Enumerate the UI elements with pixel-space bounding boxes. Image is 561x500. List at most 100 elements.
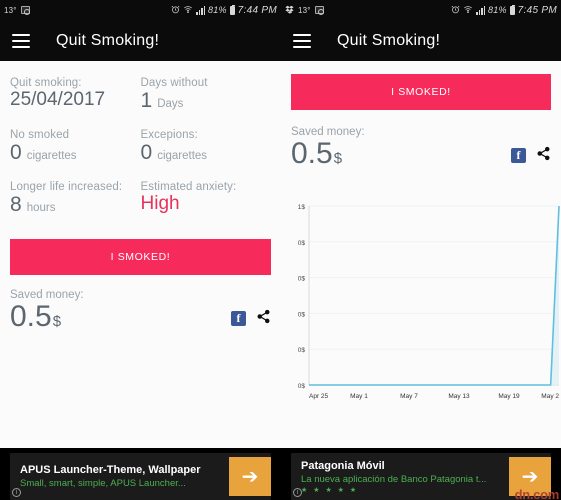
i-smoked-button[interactable]: I SMOKED!	[10, 239, 271, 275]
svg-text:0$: 0$	[298, 275, 306, 282]
share-icon[interactable]	[536, 146, 551, 166]
ad-title: Patagonia Móvil	[301, 459, 385, 472]
stat-value: 8 hours	[10, 193, 141, 217]
i-smoked-button[interactable]: I SMOKED!	[291, 74, 551, 110]
battery-percent-label: 81%	[488, 5, 507, 15]
stat-number: 1	[140, 89, 153, 112]
left-status-bar: 13° 81% 7:44 PM	[0, 0, 281, 20]
stat-value: 25/04/2017	[10, 89, 141, 111]
stat-longer-life: Longer life increased: 8 hours	[10, 165, 141, 217]
stat-number: 0	[140, 141, 153, 164]
right-app-bar: Quit Smoking!	[281, 20, 561, 61]
alarm-icon	[451, 5, 460, 16]
stat-number: 8	[10, 193, 22, 216]
svg-text:May 13: May 13	[448, 393, 470, 400]
svg-text:0$: 0$	[298, 347, 306, 354]
saved-money-value: 0.5	[291, 137, 333, 170]
temperature-label: 13°	[4, 5, 17, 15]
app-title: Quit Smoking!	[337, 31, 441, 49]
stat-value: 1 Days	[141, 89, 272, 113]
svg-text:Apr 25: Apr 25	[309, 393, 329, 400]
svg-text:May 2: May 2	[541, 393, 559, 400]
saved-money-row: 0.5 $ f	[291, 138, 551, 170]
stat-value: 0 cigarettes	[10, 141, 141, 165]
battery-icon	[509, 4, 515, 15]
hamburger-menu-icon[interactable]	[293, 33, 311, 48]
info-icon[interactable]: i	[12, 488, 21, 497]
ad-content[interactable]: i Patagonia Móvil La nueva aplicación de…	[291, 453, 551, 500]
signal-icon	[196, 5, 206, 15]
left-app-bar: Quit Smoking!	[0, 20, 281, 61]
facebook-icon[interactable]: f	[511, 148, 526, 163]
stat-exceptions: Excepions: 0 cigarettes	[141, 113, 272, 165]
stat-row-1: Quit smoking: 25/04/2017 Days without 1 …	[10, 61, 271, 113]
stat-estimated-anxiety: Estimated anxiety: High	[141, 165, 272, 217]
svg-text:May 7: May 7	[400, 393, 418, 400]
stat-row-2: No smoked 0 cigarettes Excepions: 0 ciga…	[10, 113, 271, 165]
signal-icon	[476, 5, 486, 15]
stat-label: Excepions:	[140, 129, 198, 141]
left-content: Quit smoking: 25/04/2017 Days without 1 …	[0, 61, 281, 500]
stat-row-3: Longer life increased: 8 hours Estimated…	[10, 165, 271, 217]
arrow-right-icon: ➔	[241, 465, 259, 488]
right-status-bar: 13° 81% 7:45 PM	[281, 0, 561, 20]
svg-text:0$: 0$	[298, 311, 306, 318]
hamburger-menu-icon[interactable]	[12, 33, 30, 48]
ad-subtitle: La nueva aplicación de Banco Patagonia t…	[301, 473, 487, 485]
stat-label: Days without	[140, 77, 208, 89]
app-title: Quit Smoking!	[56, 31, 160, 49]
ad-subtitle: Small, smart, simple, APUS Launcher...	[20, 478, 186, 489]
svg-text:1$: 1$	[298, 204, 306, 211]
saved-money-currency: $	[52, 312, 62, 330]
alarm-icon	[171, 5, 180, 16]
share-icon[interactable]	[256, 309, 271, 329]
left-phone-screen: 13° 81% 7:44 PM Quit Smoking! Quit smoki…	[0, 0, 281, 500]
ad-text-block: APUS Launcher-Theme, Wallpaper Small, sm…	[20, 464, 223, 489]
stat-unit: hours	[26, 202, 56, 214]
right-phone-screen: 13° 81% 7:45 PM Quit Smoking! I SMOKED! …	[281, 0, 561, 500]
stat-number: 0	[10, 141, 22, 164]
stat-label: No smoked	[10, 129, 70, 141]
battery-percent-label: 81%	[208, 5, 227, 15]
saved-money-chart[interactable]: 1$ 0$ 0$ 0$ 0$ 0$ Apr 25 May 1 May 7 May 13 May 19…	[281, 198, 560, 403]
saved-money-value: 0.5	[10, 300, 52, 333]
dropbox-icon	[285, 5, 294, 16]
facebook-icon[interactable]: f	[231, 311, 246, 326]
saved-money-row: 0.5 $ f	[10, 301, 271, 333]
saved-money-currency: $	[333, 149, 343, 167]
stat-label: Longer life increased:	[10, 181, 123, 193]
ad-content[interactable]: i APUS Launcher-Theme, Wallpaper Small, …	[10, 453, 271, 500]
photo-icon	[20, 6, 30, 15]
right-ad-banner[interactable]: i Patagonia Móvil La nueva aplicación de…	[281, 448, 561, 500]
stat-quit-smoking: Quit smoking: 25/04/2017	[10, 61, 141, 113]
stat-unit: cigarettes	[157, 150, 208, 162]
ad-cta-button[interactable]: ➔	[229, 457, 271, 496]
left-status-left-group: 13°	[4, 6, 30, 15]
ad-title: APUS Launcher-Theme, Wallpaper	[20, 464, 201, 476]
chart-canvas: 1$0$0$0$0$0$Apr 25 May 1 May 7 May 13 May 19…	[298, 204, 560, 400]
right-status-left-group: 13°	[285, 5, 324, 16]
clock-label: 7:44 PM	[237, 4, 277, 16]
svg-text:0$: 0$	[298, 383, 306, 390]
stat-number: 25/04/2017	[10, 89, 106, 110]
wifi-icon	[183, 5, 193, 16]
stat-label: Estimated anxiety:	[140, 181, 237, 193]
social-actions: f	[511, 146, 551, 170]
stat-value: 0 cigarettes	[141, 141, 272, 165]
info-icon[interactable]: i	[293, 488, 302, 497]
clock-label: 7:45 PM	[517, 4, 557, 16]
social-actions: f	[231, 309, 271, 333]
screenshot-root: 13° 81% 7:44 PM Quit Smoking! Quit smoki…	[0, 0, 561, 500]
left-status-right-group: 81% 7:44 PM	[171, 4, 277, 16]
arrow-right-icon: ➔	[521, 465, 539, 488]
photo-icon	[314, 6, 324, 15]
left-ad-banner[interactable]: i APUS Launcher-Theme, Wallpaper Small, …	[0, 448, 281, 500]
stat-no-smoked: No smoked 0 cigarettes	[10, 113, 141, 165]
wifi-icon	[463, 5, 473, 16]
temperature-label: 13°	[298, 5, 311, 15]
battery-icon	[229, 4, 235, 15]
stat-days-without: Days without 1 Days	[141, 61, 272, 113]
right-status-right-group: 81% 7:45 PM	[451, 4, 557, 16]
ad-rating-stars: ★ ★ ★ ★ ★	[301, 486, 359, 494]
anxiety-level-value: High	[140, 193, 180, 214]
